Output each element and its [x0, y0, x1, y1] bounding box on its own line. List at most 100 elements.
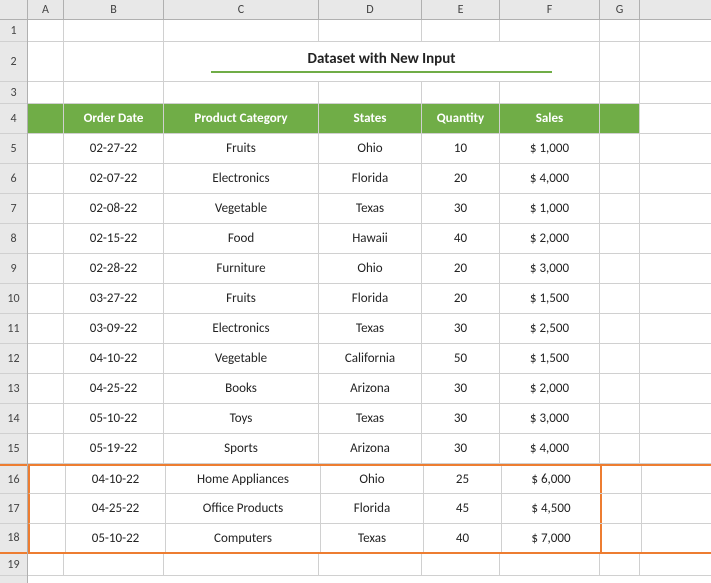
cell-6e[interactable]: 20: [422, 164, 500, 193]
row-num-14[interactable]: 14: [0, 404, 27, 434]
cell-5a[interactable]: [28, 134, 64, 163]
cell-14c[interactable]: Toys: [164, 404, 319, 433]
cell-16c[interactable]: Home Appliances: [166, 466, 321, 493]
cell-5d[interactable]: Ohio: [319, 134, 422, 163]
cell-1d[interactable]: [319, 20, 422, 41]
row-num-6[interactable]: 6: [0, 164, 27, 194]
cell-7e[interactable]: 30: [422, 194, 500, 223]
cell-9c[interactable]: Furniture: [164, 254, 319, 283]
cell-15d[interactable]: Arizona: [319, 434, 422, 463]
cell-9e[interactable]: 20: [422, 254, 500, 283]
cell-18f[interactable]: $ 7,000: [502, 524, 602, 552]
cell-15f[interactable]: $ 4,000: [500, 434, 600, 463]
cell-9g[interactable]: [600, 254, 640, 283]
header-states[interactable]: States: [319, 104, 422, 133]
cell-12a[interactable]: [28, 344, 64, 373]
row-num-5[interactable]: 5: [0, 134, 27, 164]
cell-6g[interactable]: [600, 164, 640, 193]
header-product-category[interactable]: Product Category: [164, 104, 319, 133]
cell-2g[interactable]: [600, 42, 640, 81]
cell-13c[interactable]: Books: [164, 374, 319, 403]
cell-10e[interactable]: 20: [422, 284, 500, 313]
row-num-12[interactable]: 12: [0, 344, 27, 374]
cell-10g[interactable]: [600, 284, 640, 313]
cell-15c[interactable]: Sports: [164, 434, 319, 463]
cell-6c[interactable]: Electronics: [164, 164, 319, 193]
cell-7c[interactable]: Vegetable: [164, 194, 319, 223]
row-num-13[interactable]: 13: [0, 374, 27, 404]
cell-8d[interactable]: Hawaii: [319, 224, 422, 253]
row-num-2[interactable]: 2: [0, 42, 27, 82]
cell-7f[interactable]: $ 1,000: [500, 194, 600, 223]
cell-14g[interactable]: [600, 404, 640, 433]
row-num-8[interactable]: 8: [0, 224, 27, 254]
cell-13d[interactable]: Arizona: [319, 374, 422, 403]
cell-19a[interactable]: [28, 554, 64, 575]
cell-18b[interactable]: 05-10-22: [66, 524, 166, 552]
cell-16f[interactable]: $ 6,000: [502, 466, 602, 493]
cell-19d[interactable]: [319, 554, 422, 575]
cell-9a[interactable]: [28, 254, 64, 283]
row-num-9[interactable]: 9: [0, 254, 27, 284]
cell-5e[interactable]: 10: [422, 134, 500, 163]
cell-14f[interactable]: $ 3,000: [500, 404, 600, 433]
cell-11e[interactable]: 30: [422, 314, 500, 343]
cell-11a[interactable]: [28, 314, 64, 343]
cell-13e[interactable]: 30: [422, 374, 500, 403]
row-num-1[interactable]: 1: [0, 20, 27, 42]
cell-5g[interactable]: [600, 134, 640, 163]
cell-7b[interactable]: 02-08-22: [64, 194, 164, 223]
cell-15b[interactable]: 05-19-22: [64, 434, 164, 463]
row-num-4[interactable]: 4: [0, 104, 27, 134]
cell-5f[interactable]: $ 1,000: [500, 134, 600, 163]
cell-11c[interactable]: Electronics: [164, 314, 319, 343]
cell-13a[interactable]: [28, 374, 64, 403]
cell-2b[interactable]: [64, 42, 164, 81]
cell-17d[interactable]: Florida: [321, 494, 424, 523]
cell-7d[interactable]: Texas: [319, 194, 422, 223]
col-header-c[interactable]: C: [164, 0, 319, 19]
cell-17f[interactable]: $ 4,500: [502, 494, 602, 523]
cell-8f[interactable]: $ 2,000: [500, 224, 600, 253]
row-num-19[interactable]: 19: [0, 554, 27, 576]
cell-10d[interactable]: Florida: [319, 284, 422, 313]
cell-12b[interactable]: 04-10-22: [64, 344, 164, 373]
cell-16d[interactable]: Ohio: [321, 466, 424, 493]
cell-6a[interactable]: [28, 164, 64, 193]
cell-19g[interactable]: [600, 554, 640, 575]
cell-6f[interactable]: $ 4,000: [500, 164, 600, 193]
col-header-e[interactable]: E: [422, 0, 500, 19]
cell-12f[interactable]: $ 1,500: [500, 344, 600, 373]
cell-14b[interactable]: 05-10-22: [64, 404, 164, 433]
cell-10a[interactable]: [28, 284, 64, 313]
cell-17b[interactable]: 04-25-22: [66, 494, 166, 523]
cell-3a[interactable]: [28, 82, 64, 103]
cell-17g[interactable]: [602, 494, 642, 523]
cell-11b[interactable]: 03-09-22: [64, 314, 164, 343]
row-num-11[interactable]: 11: [0, 314, 27, 344]
cell-16b[interactable]: 04-10-22: [66, 466, 166, 493]
row-num-7[interactable]: 7: [0, 194, 27, 224]
cell-1g[interactable]: [600, 20, 640, 41]
cell-9f[interactable]: $ 3,000: [500, 254, 600, 283]
cell-8e[interactable]: 40: [422, 224, 500, 253]
cell-16e[interactable]: 25: [424, 466, 502, 493]
cell-18g[interactable]: [602, 524, 642, 552]
row-num-10[interactable]: 10: [0, 284, 27, 314]
cell-8b[interactable]: 02-15-22: [64, 224, 164, 253]
cell-9d[interactable]: Ohio: [319, 254, 422, 283]
cell-1f[interactable]: [500, 20, 600, 41]
cell-3b[interactable]: [64, 82, 164, 103]
cell-10b[interactable]: 03-27-22: [64, 284, 164, 313]
cell-19f[interactable]: [500, 554, 600, 575]
cell-13b[interactable]: 04-25-22: [64, 374, 164, 403]
cell-15g[interactable]: [600, 434, 640, 463]
row-num-18[interactable]: 18: [0, 524, 27, 554]
cell-1e[interactable]: [422, 20, 500, 41]
col-header-f[interactable]: F: [500, 0, 600, 19]
row-num-3[interactable]: 3: [0, 82, 27, 104]
cell-3c[interactable]: [164, 82, 319, 103]
cell-10c[interactable]: Fruits: [164, 284, 319, 313]
col-header-g[interactable]: G: [600, 0, 640, 19]
cell-16g[interactable]: [602, 466, 642, 493]
